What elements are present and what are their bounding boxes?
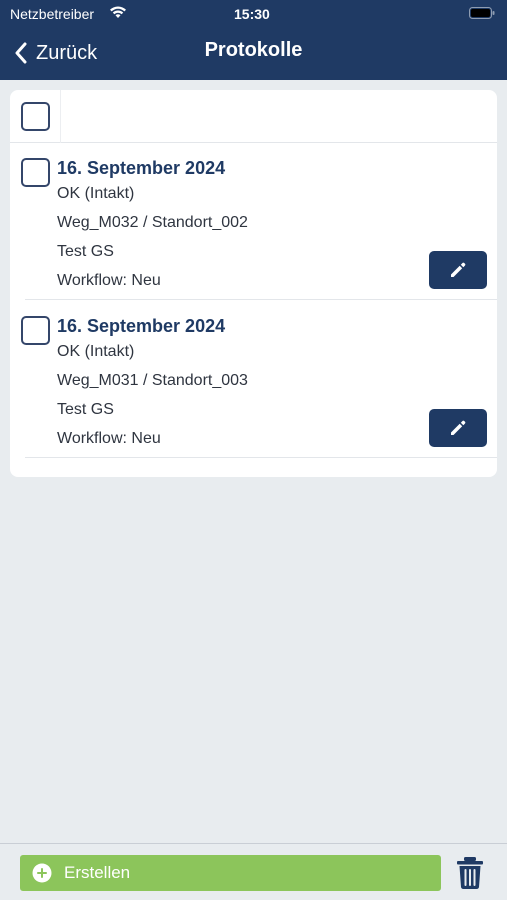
entry-date: 16. September 2024	[57, 316, 226, 336]
entry-status: OK (Intakt)	[57, 185, 135, 202]
pencil-icon	[451, 420, 466, 435]
entry-location: Weg_M031 / Standort_003	[57, 372, 248, 389]
entry-status: OK (Intakt)	[57, 343, 135, 360]
entry-date: 16. September 2024	[57, 158, 226, 178]
pencil-icon	[451, 262, 466, 277]
edit-button[interactable]	[429, 251, 487, 289]
header-divider	[60, 90, 61, 143]
create-label: Erstellen	[64, 863, 131, 882]
status-time: 15:30	[234, 6, 270, 22]
select-all-checkbox[interactable]	[21, 102, 50, 131]
wifi-icon	[110, 6, 126, 18]
plus-circle-icon	[32, 863, 52, 883]
entry-divider	[25, 457, 497, 458]
entry-location: Weg_M032 / Standort_002	[57, 214, 248, 231]
entry-workflow: Workflow: Neu	[57, 272, 161, 289]
entry-divider	[25, 299, 497, 300]
carrier-label: Netzbetreiber	[10, 6, 95, 22]
list-item[interactable]: 16. September 2024 OK (Intakt) Weg_M031 …	[10, 308, 497, 458]
entry-name: Test GS	[57, 401, 114, 418]
page-title: Protokolle	[204, 39, 303, 61]
trash-icon[interactable]	[455, 856, 485, 890]
top-bar: Netzbetreiber 15:30 Zurück Protokolle	[0, 0, 507, 80]
battery-icon	[469, 7, 495, 19]
entry-checkbox[interactable]	[21, 158, 50, 187]
entry-checkbox[interactable]	[21, 316, 50, 345]
protocol-list: 16. September 2024 OK (Intakt) Weg_M032 …	[10, 90, 497, 477]
select-all-row	[10, 90, 497, 143]
list-item[interactable]: 16. September 2024 OK (Intakt) Weg_M032 …	[10, 150, 497, 300]
navigation-bar: Zurück Protokolle	[0, 30, 507, 76]
bottom-toolbar: Erstellen	[0, 843, 507, 900]
entry-workflow: Workflow: Neu	[57, 430, 161, 447]
edit-button[interactable]	[429, 409, 487, 447]
entry-name: Test GS	[57, 243, 114, 260]
create-button[interactable]: Erstellen	[20, 855, 441, 891]
status-bar: Netzbetreiber 15:30	[0, 0, 507, 26]
